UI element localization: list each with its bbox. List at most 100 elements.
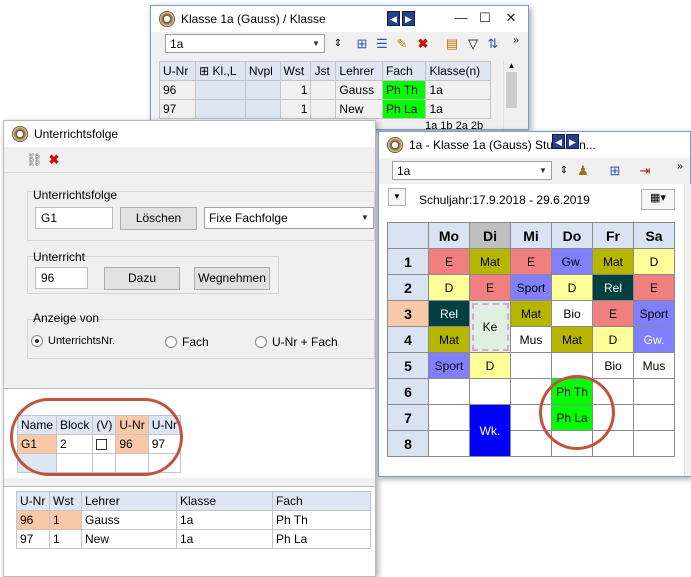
lesson-cell[interactable]: Ke (469, 300, 511, 353)
minimize-button[interactable]: — (452, 10, 470, 25)
close-button[interactable]: ✕ (502, 10, 520, 26)
lesson-cell[interactable]: D (428, 274, 470, 301)
hour-header[interactable]: 7 (387, 404, 429, 431)
calendar-icon[interactable]: ▦▾ (641, 189, 675, 210)
lesson-cell[interactable]: Bio (551, 300, 593, 327)
teacher-icon[interactable]: ♟ (575, 163, 591, 179)
scroll-thumb[interactable] (506, 72, 517, 108)
nav-prev-icon[interactable]: ◀ (552, 134, 565, 149)
fachfolge-combo[interactable]: Fixe Fachfolge ▼ (204, 207, 374, 229)
lesson-cell[interactable]: Mat (469, 248, 511, 275)
col-lehrer[interactable]: Lehrer (335, 61, 384, 81)
plan-scrollbar[interactable] (684, 184, 691, 476)
lesson-cell[interactable]: E (469, 274, 511, 301)
dazu-button[interactable]: Dazu (104, 267, 180, 290)
chevron-down-icon[interactable]: ▼ (535, 162, 551, 179)
hour-header[interactable]: 4 (387, 326, 429, 353)
more-icon[interactable]: » (508, 33, 524, 49)
col-lehrer[interactable]: Lehrer (81, 491, 177, 511)
lesson-cell[interactable]: Mat (428, 326, 470, 353)
hour-header[interactable]: 8 (387, 430, 429, 457)
hour-header[interactable]: 5 (387, 352, 429, 379)
table-row[interactable]: 96 1 Gauss Ph Th 1a (158, 80, 491, 100)
col-kl[interactable]: ⊞ Kl.,L (195, 61, 246, 81)
list-icon[interactable]: ☰ (374, 36, 390, 52)
radio-fach[interactable]: Fach (165, 335, 209, 349)
lesson-cell[interactable]: Bio (592, 352, 634, 379)
spinner-icon[interactable]: ⇕ (556, 163, 572, 179)
klasse-scrollbar[interactable]: ▲ (503, 61, 519, 129)
hour-header[interactable]: 2 (387, 274, 429, 301)
lesson-cell[interactable] (633, 430, 675, 457)
lesson-cell[interactable] (428, 404, 470, 431)
nav-next-icon[interactable]: ▶ (402, 11, 415, 26)
col-fach[interactable]: Fach (272, 491, 371, 511)
col-unr[interactable]: U-Nr (16, 491, 50, 511)
lesson-cell[interactable]: Mus (510, 326, 552, 353)
col-klasse[interactable]: Klasse (176, 491, 273, 511)
new-icon[interactable]: ✎ (394, 36, 410, 52)
day-header[interactable]: Do (551, 222, 593, 249)
col-wst[interactable]: Wst (279, 61, 312, 81)
lesson-cell[interactable]: E (510, 248, 552, 275)
expand-icon[interactable]: ⊞ (199, 64, 212, 78)
hour-header[interactable]: 6 (387, 378, 429, 405)
lesson-cell[interactable]: Gw. (551, 248, 593, 275)
lesson-cell[interactable] (428, 378, 470, 405)
day-header[interactable]: Fr (592, 222, 634, 249)
col-klassen[interactable]: Klasse(n) (425, 61, 491, 81)
loeschen-button[interactable]: Löschen (120, 207, 197, 230)
sort-icon[interactable]: ⇅ (485, 36, 501, 52)
lesson-cell[interactable]: Sport (510, 274, 552, 301)
col-jst[interactable]: Jst (310, 61, 337, 81)
table-row[interactable]: 96 1 Gauss 1a Ph Th (16, 510, 371, 530)
uf-name-field[interactable]: G1 (35, 207, 113, 229)
lesson-cell[interactable]: Gw. (633, 326, 675, 353)
klasse-combo[interactable]: 1a ▼ (165, 34, 325, 53)
lesson-cell[interactable]: D (633, 248, 675, 275)
col-unr[interactable]: U-Nr (158, 61, 197, 81)
nav-prev-icon[interactable]: ◀ (387, 11, 400, 26)
lesson-cell[interactable] (633, 378, 675, 405)
radio-unterrichtsnr[interactable]: UnterrichtsNr. (31, 335, 115, 347)
col-fach[interactable]: Fach (382, 61, 427, 81)
lesson-cell[interactable]: D (592, 326, 634, 353)
grid-icon[interactable]: ⊞ (607, 163, 623, 179)
hour-header[interactable]: 1 (387, 248, 429, 275)
link-icon[interactable]: ⛓ (26, 152, 43, 168)
lesson-cell[interactable]: Mat (551, 326, 593, 353)
chevron-down-icon[interactable]: ▼ (357, 208, 373, 228)
delete-icon[interactable]: ✖ (46, 152, 62, 168)
lesson-cell[interactable] (633, 404, 675, 431)
export-icon[interactable]: ⇥ (637, 163, 653, 179)
nav-next-icon[interactable]: ▶ (566, 134, 579, 149)
day-header[interactable]: Mo (428, 222, 470, 249)
dropdown-toggle-icon[interactable]: ▼ (388, 188, 406, 206)
wegnehmen-button[interactable]: Wegnehmen (194, 267, 270, 290)
lesson-cell[interactable] (469, 378, 511, 405)
spinner-icon[interactable]: ⇕ (330, 36, 346, 52)
lesson-cell[interactable]: Rel (592, 274, 634, 301)
radio-dot[interactable] (255, 336, 267, 348)
lesson-cell[interactable]: D (551, 274, 593, 301)
more-icon[interactable]: » (672, 159, 688, 175)
lesson-cell[interactable]: Mat (510, 300, 552, 327)
lesson-cell[interactable]: E (592, 300, 634, 327)
lesson-cell[interactable]: Sport (633, 300, 675, 327)
lesson-cell[interactable]: D (469, 352, 511, 379)
lesson-cell[interactable] (510, 352, 552, 379)
lesson-cell[interactable]: Mat (592, 248, 634, 275)
lesson-cell[interactable]: E (633, 274, 675, 301)
brush-icon[interactable]: ▤ (444, 36, 460, 52)
table-row[interactable]: 97 1 New Ph La 1a (158, 99, 491, 119)
lesson-cell[interactable]: Rel (428, 300, 470, 327)
lesson-cell[interactable]: Mus (633, 352, 675, 379)
chevron-down-icon[interactable]: ▼ (308, 35, 324, 52)
radio-dot[interactable] (31, 335, 43, 347)
radio-unr-fach[interactable]: U-Nr + Fach (255, 335, 338, 349)
day-header[interactable]: Sa (633, 222, 675, 249)
lesson-cell[interactable]: Sport (428, 352, 470, 379)
add-row-icon[interactable]: ⊞ (354, 36, 370, 52)
table-row[interactable]: 97 1 New 1a Ph La (16, 529, 371, 549)
day-header[interactable]: Di (469, 222, 511, 249)
